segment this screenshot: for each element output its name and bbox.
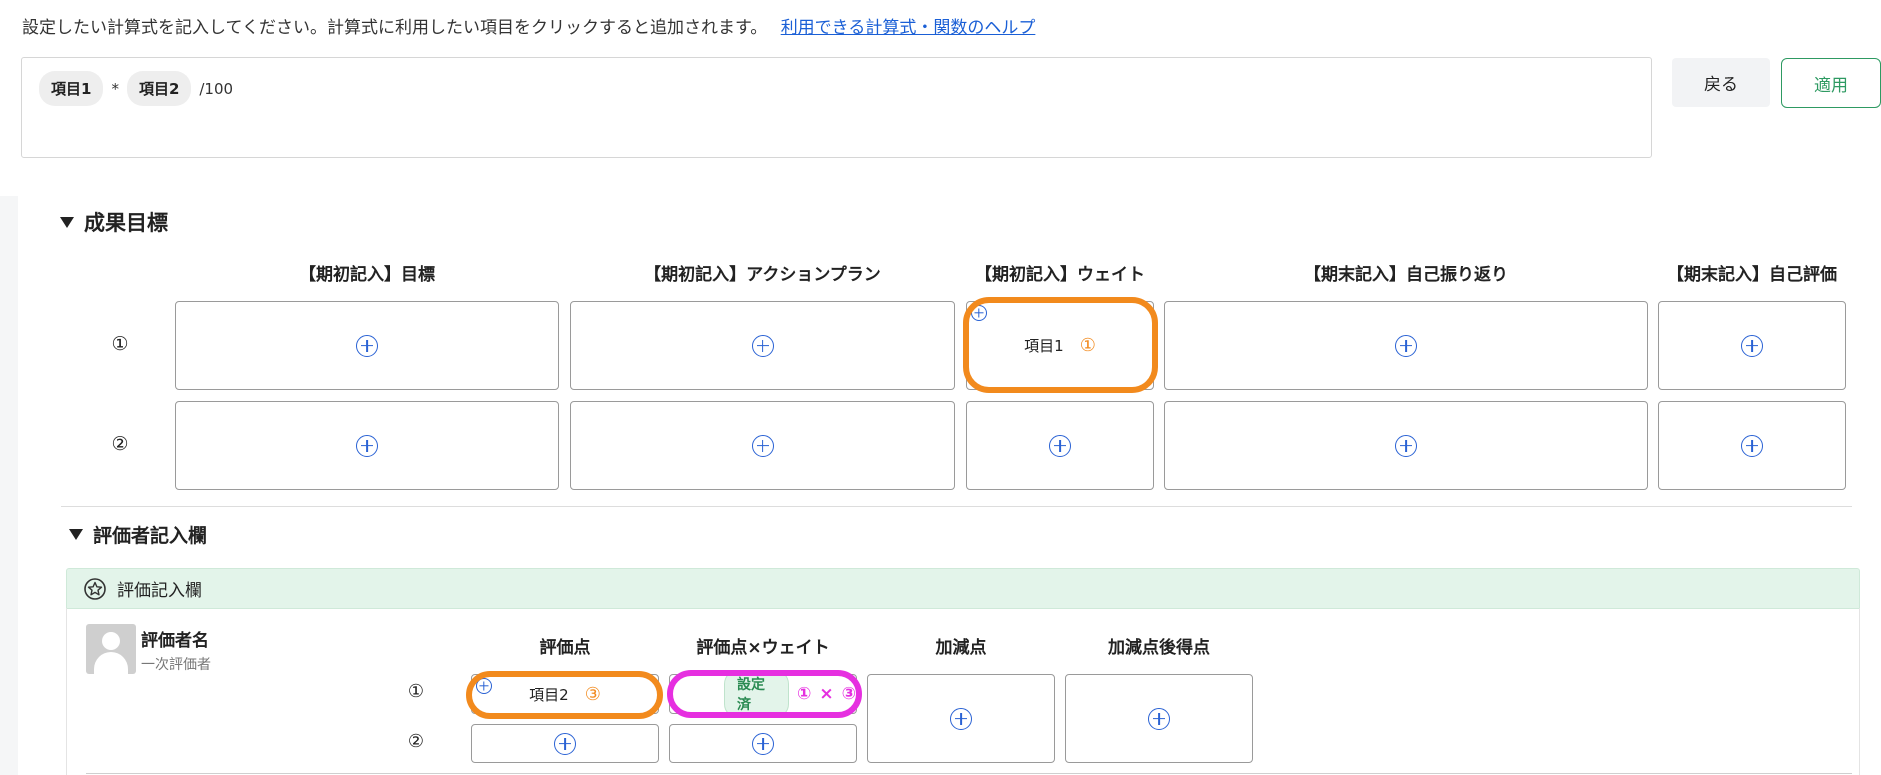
left-rail <box>0 196 18 775</box>
formula-editor[interactable]: 項目1 * 項目2 /100 <box>21 57 1652 158</box>
weighted-formula-operator: × <box>819 684 834 704</box>
add-circle-icon <box>1148 707 1170 730</box>
evaluator-name: 評価者名 <box>141 631 209 651</box>
formula-instruction: 設定したい計算式を記入してください。計算式に利用したい項目をクリックすると追加さ… <box>22 13 1035 38</box>
formula-operator-multiply: * <box>111 79 119 98</box>
avatar <box>86 624 136 674</box>
formula-chip-item1[interactable]: 項目1 <box>39 71 104 106</box>
score-item-label: 項目2 <box>529 685 569 704</box>
evaluator-role: 一次評価者 <box>141 657 211 673</box>
add-circle-icon <box>356 334 378 357</box>
add-circle-icon <box>950 707 972 730</box>
add-circle-icon <box>554 732 576 755</box>
add-circle-icon <box>1049 434 1071 457</box>
goal-cell-r1[interactable] <box>175 301 559 390</box>
action-plan-cell-r1[interactable] <box>570 301 955 390</box>
add-circle-icon <box>751 434 774 457</box>
weight-cell-r1[interactable]: 項目1 ① <box>966 301 1154 390</box>
self-review-cell-r2[interactable] <box>1164 401 1648 490</box>
row-separator <box>86 773 1852 774</box>
weight-cell-r2[interactable] <box>966 401 1154 490</box>
add-circle-icon <box>356 434 378 457</box>
collapse-triangle-icon <box>60 216 74 228</box>
add-circle-icon[interactable] <box>971 305 987 321</box>
action-plan-cell-r2[interactable] <box>570 401 955 490</box>
column-header-score: 評価点 <box>539 638 591 658</box>
column-header-weight: 【期初記入】ウェイト <box>975 265 1145 285</box>
configured-badge: 設定済 <box>724 670 789 718</box>
add-circle-icon <box>1741 334 1763 357</box>
section-toggle-goals[interactable]: 成果目標 <box>60 207 168 237</box>
score-item-number: ③ <box>584 683 601 705</box>
goal-cell-r2[interactable] <box>175 401 559 490</box>
column-header-weighted-score: 評価点×ウェイト <box>696 638 830 658</box>
weighted-formula-b: ③ <box>841 684 856 704</box>
add-circle-icon <box>751 334 774 357</box>
instruction-text: 設定したい計算式を記入してください。計算式に利用したい項目をクリックすると追加さ… <box>22 18 768 38</box>
add-circle-icon <box>1395 334 1417 357</box>
score-cell-r2[interactable] <box>471 724 659 763</box>
section-title-evaluator: 評価者記入欄 <box>93 525 208 547</box>
apply-button[interactable]: 適用 <box>1781 58 1881 108</box>
column-header-adjustment: 加減点 <box>935 638 987 658</box>
formula-operator-divide: /100 <box>199 79 234 98</box>
weighted-score-cell-r1[interactable]: 設定済 ① × ③ <box>669 670 857 718</box>
weight-item-number: ① <box>1079 335 1096 356</box>
section-divider <box>61 506 1852 507</box>
self-evaluation-cell-r1[interactable] <box>1658 301 1846 390</box>
self-evaluation-cell-r2[interactable] <box>1658 401 1846 490</box>
row-number-1: ① <box>111 333 129 355</box>
formula-chip-item2[interactable]: 項目2 <box>126 71 192 106</box>
add-circle-icon <box>752 732 774 755</box>
self-review-cell-r1[interactable] <box>1164 301 1648 390</box>
column-header-action-plan: 【期初記入】アクションプラン <box>644 265 881 285</box>
badge-star-icon <box>84 577 106 600</box>
eval-row-number-2: ② <box>407 731 425 752</box>
column-header-adjusted-score: 加減点後得点 <box>1108 638 1210 658</box>
eval-row-number-1: ① <box>407 681 425 702</box>
column-header-goal: 【期初記入】目標 <box>299 265 435 285</box>
section-toggle-evaluator[interactable]: 評価者記入欄 <box>69 521 207 548</box>
column-header-self-review: 【期末記入】自己振り返り <box>1304 265 1508 285</box>
weighted-formula-a: ① <box>796 684 812 704</box>
adjusted-score-cell-r1[interactable] <box>1065 674 1253 763</box>
add-circle-icon <box>1741 434 1763 457</box>
row-number-2: ② <box>111 433 129 455</box>
score-cell-r1[interactable]: 項目2 ③ <box>471 674 659 714</box>
section-title-goals: 成果目標 <box>84 211 168 235</box>
column-header-self-evaluation: 【期末記入】自己評価 <box>1667 265 1837 285</box>
weight-item-label: 項目1 <box>1024 337 1064 355</box>
add-circle-icon <box>1395 434 1417 457</box>
weighted-score-cell-r2[interactable] <box>669 724 857 763</box>
collapse-triangle-icon <box>69 529 83 540</box>
adjustment-cell-r1[interactable] <box>867 674 1055 763</box>
formula-line: 項目1 * 項目2 /100 <box>39 71 233 106</box>
formula-help-link[interactable]: 利用できる計算式・関数のヘルプ <box>781 18 1036 38</box>
evaluation-panel-header: 評価記入欄 <box>66 568 1860 609</box>
avatar-head <box>102 632 120 650</box>
back-button[interactable]: 戻る <box>1672 58 1770 107</box>
evaluation-panel-title: 評価記入欄 <box>117 581 202 601</box>
add-circle-icon[interactable] <box>476 678 492 694</box>
avatar-body <box>94 652 128 674</box>
